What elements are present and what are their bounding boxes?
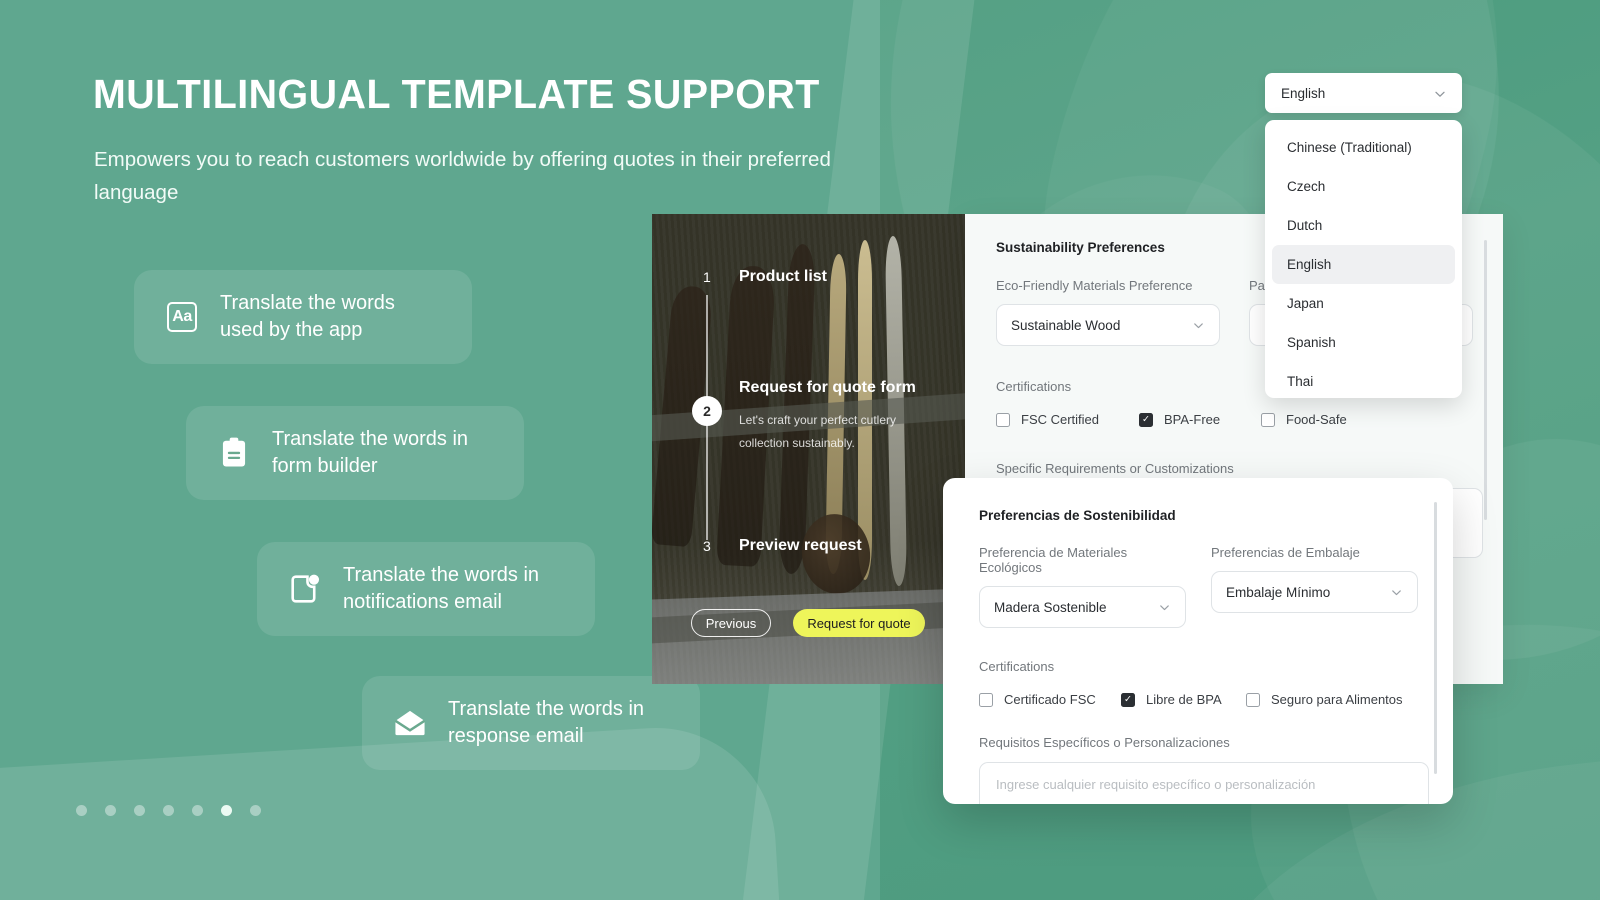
chevron-down-icon — [1390, 586, 1403, 599]
requirements-label: Specific Requirements or Customizations — [996, 461, 1234, 476]
stepper-step-3-number: 3 — [703, 538, 711, 554]
materials-preference-label-es: Preferencia de Materiales Ecológicos — [979, 545, 1128, 575]
spanish-dialog-scrollbar[interactable] — [1434, 502, 1437, 774]
chevron-down-icon — [1192, 319, 1205, 332]
stepper-step-1-title[interactable]: Product list — [739, 268, 827, 286]
chevron-down-icon — [1158, 601, 1171, 614]
language-option-japan[interactable]: Japan — [1272, 284, 1455, 323]
certification-checkbox-fsc[interactable]: FSC Certified — [996, 412, 1139, 427]
checkbox-icon[interactable] — [1246, 692, 1260, 707]
certification-label: FSC Certified — [1021, 412, 1100, 427]
checkbox-icon[interactable] — [996, 412, 1010, 427]
requirements-placeholder-es: Ingrese cualquier requisito específico o… — [996, 777, 1316, 792]
slide-canvas: MULTILINGUAL TEMPLATE SUPPORT Empowers y… — [0, 0, 1600, 900]
checkbox-checked-icon[interactable] — [1121, 692, 1135, 707]
checkbox-checked-icon[interactable] — [1139, 412, 1153, 427]
packaging-preference-select-es[interactable]: Embalaje Mínimo — [1211, 571, 1418, 613]
language-dropdown-menu[interactable]: Chinese (Traditional) Czech Dutch Englis… — [1265, 120, 1462, 398]
materials-preference-select-es[interactable]: Madera Sostenible — [979, 586, 1186, 628]
chevron-down-icon — [1433, 87, 1446, 100]
certification-checkbox-foodsafe[interactable]: Food-Safe — [1261, 412, 1347, 427]
certification-checkbox-bpa[interactable]: BPA-Free — [1139, 412, 1261, 427]
language-option-thai[interactable]: Thai — [1272, 362, 1455, 398]
stepper-step-2-badge: 2 — [692, 396, 722, 426]
previous-button[interactable]: Previous — [691, 609, 771, 637]
request-for-quote-button[interactable]: Request for quote — [793, 609, 925, 637]
checkbox-icon[interactable] — [979, 692, 993, 707]
certification-label-es: Libre de BPA — [1146, 692, 1222, 707]
checkbox-icon[interactable] — [1261, 412, 1275, 427]
materials-preference-label: Eco-Friendly Materials Preference — [996, 278, 1193, 293]
language-option-dutch[interactable]: Dutch — [1272, 206, 1455, 245]
english-panel-scrollbar[interactable] — [1484, 240, 1487, 520]
packaging-preference-value-es: Embalaje Mínimo — [1226, 584, 1331, 600]
language-select-field[interactable]: English — [1265, 73, 1462, 113]
stepper-step-2-description: Let's craft your perfect cutlery collect… — [739, 413, 897, 450]
certification-checkbox-bpa-es[interactable]: Libre de BPA — [1121, 692, 1246, 707]
form-section-title-es: Preferencias de Sostenibilidad — [979, 508, 1176, 523]
stepper-step-2-title[interactable]: Request for quote form — [739, 379, 916, 397]
language-option-english[interactable]: English — [1272, 245, 1455, 284]
certifications-label-es: Certifications — [979, 659, 1055, 674]
requirements-textarea-es[interactable]: Ingrese cualquier requisito específico o… — [979, 762, 1429, 804]
language-select-value: English — [1281, 85, 1326, 101]
requirements-label-es: Requisitos Específicos o Personalizacion… — [979, 735, 1230, 750]
materials-preference-value-es: Madera Sostenible — [994, 599, 1107, 615]
certification-label-es: Seguro para Alimentos — [1271, 692, 1403, 707]
materials-preference-value: Sustainable Wood — [1011, 317, 1121, 333]
packaging-preference-label-es: Preferencias de Embalaje — [1211, 545, 1360, 560]
certification-label: BPA-Free — [1164, 412, 1221, 427]
certification-label-es: Certificado FSC — [1004, 692, 1096, 707]
spanish-form-dialog: Preferencias de Sostenibilidad Preferenc… — [943, 478, 1453, 804]
materials-preference-select[interactable]: Sustainable Wood — [996, 304, 1220, 346]
certification-checkbox-fsc-es[interactable]: Certificado FSC — [979, 692, 1121, 707]
language-option-spanish[interactable]: Spanish — [1272, 323, 1455, 362]
certification-label: Food-Safe — [1286, 412, 1347, 427]
language-option-czech[interactable]: Czech — [1272, 167, 1455, 206]
language-option-chinese-traditional[interactable]: Chinese (Traditional) — [1272, 128, 1455, 167]
stepper-step-3-title[interactable]: Preview request — [739, 537, 862, 555]
stepper-step-1-number: 1 — [703, 269, 711, 285]
certification-checkbox-foodsafe-es[interactable]: Seguro para Alimentos — [1246, 692, 1403, 707]
